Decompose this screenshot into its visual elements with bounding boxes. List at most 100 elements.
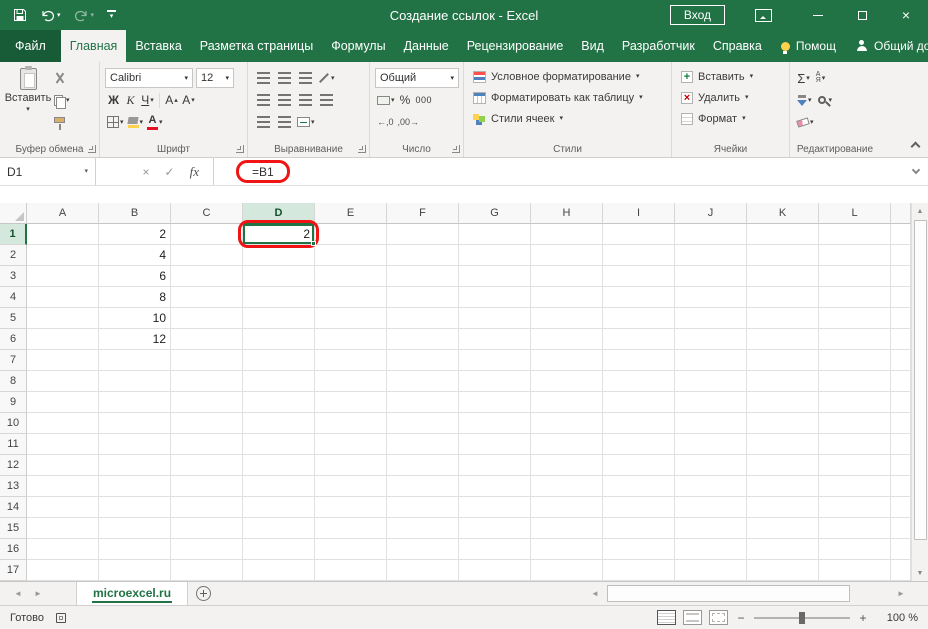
clipboard-dialog-launcher-icon[interactable] [88, 145, 96, 153]
vscroll-up-icon[interactable]: ▲ [912, 203, 928, 219]
cell-H10[interactable] [531, 413, 603, 434]
row-header-16[interactable]: 16 [0, 539, 27, 560]
font-color-button[interactable]: А ▾ [145, 113, 165, 132]
cell-G4[interactable] [459, 287, 531, 308]
cell-I7[interactable] [603, 350, 675, 371]
cell-F1[interactable] [387, 224, 459, 245]
underline-button[interactable]: Ч ▾ [139, 91, 156, 110]
cell-B14[interactable] [99, 497, 171, 518]
formula-bar-expand-button[interactable] [904, 158, 928, 185]
cell-D10[interactable] [243, 413, 315, 434]
number-format-select[interactable]: Общий ▾ [375, 68, 459, 88]
cell-E16[interactable] [315, 539, 387, 560]
cell-H16[interactable] [531, 539, 603, 560]
row-header-4[interactable]: 4 [0, 287, 27, 308]
increase-font-size-button[interactable]: А ▴ [163, 91, 180, 110]
cell-D8[interactable] [243, 371, 315, 392]
cell-I16[interactable] [603, 539, 675, 560]
sort-filter-button[interactable]: А Я ▾ [812, 69, 829, 88]
cell-E13[interactable] [315, 476, 387, 497]
cell-H2[interactable] [531, 245, 603, 266]
cell-L2[interactable] [819, 245, 891, 266]
save-icon[interactable] [13, 8, 27, 22]
cell-C7[interactable] [171, 350, 243, 371]
cell-A9[interactable] [27, 392, 99, 413]
cell-K7[interactable] [747, 350, 819, 371]
zoom-slider[interactable] [754, 611, 850, 624]
redo-icon[interactable]: ▾ [74, 9, 94, 22]
cell-A15[interactable] [27, 518, 99, 539]
decrease-indent-button[interactable] [253, 113, 274, 132]
cell-C3[interactable] [171, 266, 243, 287]
cell-F8[interactable] [387, 371, 459, 392]
find-select-button[interactable]: ▾ [814, 91, 835, 110]
cell-A7[interactable] [27, 350, 99, 371]
cell-G5[interactable] [459, 308, 531, 329]
cell-E10[interactable] [315, 413, 387, 434]
cell-B3[interactable]: 6 [99, 266, 171, 287]
cell-K15[interactable] [747, 518, 819, 539]
cell-K8[interactable] [747, 371, 819, 392]
row-header-15[interactable]: 15 [0, 518, 27, 539]
cell-D12[interactable] [243, 455, 315, 476]
cell-K13[interactable] [747, 476, 819, 497]
ribbon-display-options-icon[interactable] [755, 8, 772, 22]
cell-B10[interactable] [99, 413, 171, 434]
cell-G17[interactable] [459, 560, 531, 581]
number-dialog-launcher-icon[interactable] [452, 145, 460, 153]
cell-L17[interactable] [819, 560, 891, 581]
cell-K1[interactable] [747, 224, 819, 245]
cell-D3[interactable] [243, 266, 315, 287]
cell-A10[interactable] [27, 413, 99, 434]
cell-L1[interactable] [819, 224, 891, 245]
cell-D4[interactable] [243, 287, 315, 308]
cell-E5[interactable] [315, 308, 387, 329]
cell-F17[interactable] [387, 560, 459, 581]
cell-E2[interactable] [315, 245, 387, 266]
cell-A16[interactable] [27, 539, 99, 560]
decrease-font-size-button[interactable]: А ▾ [180, 91, 197, 110]
cell-H6[interactable] [531, 329, 603, 350]
copy-button[interactable]: ▾ [51, 91, 73, 109]
cell-E7[interactable] [315, 350, 387, 371]
sign-in-button[interactable]: Вход [669, 5, 725, 25]
row-header-10[interactable]: 10 [0, 413, 27, 434]
cell-D13[interactable] [243, 476, 315, 497]
cell-C11[interactable] [171, 434, 243, 455]
cell-G6[interactable] [459, 329, 531, 350]
cell-J4[interactable] [675, 287, 747, 308]
cancel-icon[interactable]: × [143, 165, 150, 179]
row-header-11[interactable]: 11 [0, 434, 27, 455]
cell-G16[interactable] [459, 539, 531, 560]
merge-center-button[interactable]: ▾ [295, 113, 317, 132]
cell-E14[interactable] [315, 497, 387, 518]
cell-I3[interactable] [603, 266, 675, 287]
cell-A11[interactable] [27, 434, 99, 455]
cell-A12[interactable] [27, 455, 99, 476]
undo-icon[interactable]: ▾ [40, 9, 61, 22]
cell-E8[interactable] [315, 371, 387, 392]
cell-A4[interactable] [27, 287, 99, 308]
paste-button[interactable]: Вставить ▾ [5, 66, 51, 131]
cell-K14[interactable] [747, 497, 819, 518]
insert-cells-button[interactable]: Вставить▾ [677, 66, 785, 87]
cell-I10[interactable] [603, 413, 675, 434]
cell-L16[interactable] [819, 539, 891, 560]
cell-D9[interactable] [243, 392, 315, 413]
cell-D5[interactable] [243, 308, 315, 329]
cell-G12[interactable] [459, 455, 531, 476]
cell-C13[interactable] [171, 476, 243, 497]
autosum-button[interactable]: Σ ▾ [795, 69, 812, 88]
cell-F7[interactable] [387, 350, 459, 371]
cell-A2[interactable] [27, 245, 99, 266]
maximize-button[interactable] [840, 0, 884, 30]
column-header-C[interactable]: C [171, 203, 243, 224]
macro-record-icon[interactable] [55, 612, 66, 623]
customize-qat-icon[interactable]: ▾ [107, 10, 117, 20]
cell-I8[interactable] [603, 371, 675, 392]
horizontal-scrollbar[interactable]: ◄ ► [585, 582, 911, 605]
clear-button[interactable]: ▾ [795, 113, 816, 132]
align-center-button[interactable] [274, 91, 295, 110]
bold-button[interactable]: Ж [105, 91, 122, 110]
hscroll-right-icon[interactable]: ► [891, 582, 911, 605]
